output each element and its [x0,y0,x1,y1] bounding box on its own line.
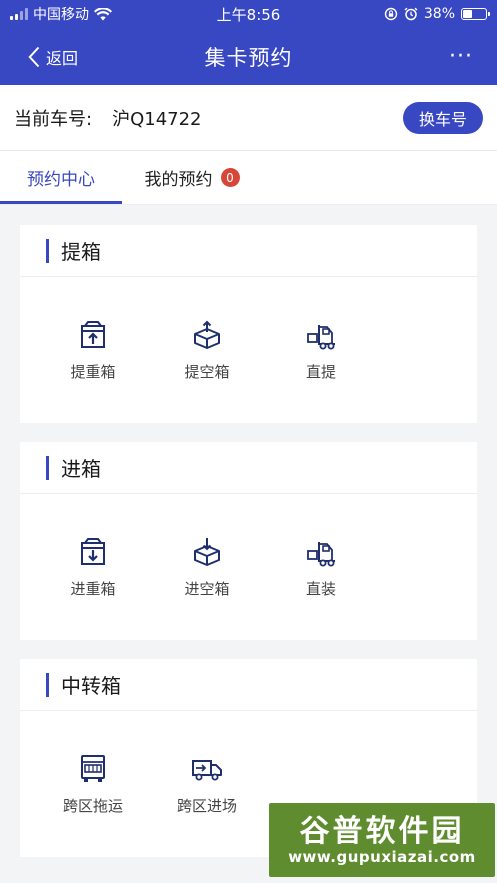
section-title: 进箱 [61,457,101,481]
item-dropoff-empty[interactable]: 进空箱 [150,536,264,599]
section-header: 中转箱 [20,659,477,711]
item-label: 提重箱 [70,362,116,381]
tab-bar: 预约中心 我的预约 0 [0,151,497,205]
empty-box-down-icon [194,537,220,566]
count-badge: 0 [220,168,240,187]
item-label: 直提 [305,362,336,381]
alarm-icon [404,7,418,21]
plate-label: 当前车号: [14,108,93,130]
chevron-left-icon [28,46,40,67]
item-cross-zone-entry[interactable]: 跨区进场 [150,753,264,816]
wifi-icon [94,7,112,20]
tab-my-bookings[interactable]: 我的预约 0 [122,151,262,204]
item-label: 跨区进场 [176,796,237,815]
more-icon[interactable]: ··· [449,45,497,68]
plate-bar: 当前车号: 沪Q14722 换车号 [0,85,497,151]
tab-booking-center[interactable]: 预约中心 [0,151,122,204]
battery-percent: 38% [423,6,455,22]
forklift-icon [307,324,335,349]
section-accent [46,455,49,480]
section-header: 提箱 [20,225,477,277]
tab-label: 我的预约 [144,170,213,190]
section-title: 中转箱 [61,674,121,698]
section-dropoff: 进箱 进重箱 进空箱 直装 [20,442,477,640]
change-plate-button[interactable]: 换车号 [403,101,483,134]
box-up-icon [81,320,105,348]
battery-icon [461,8,490,20]
rotation-lock-icon [384,7,398,21]
back-button[interactable]: 返回 [0,45,78,69]
main-content: 提箱 提重箱 提空箱 直提 进箱 进重箱 进空箱 直装 中转箱 跨区拖运 跨区进… [0,205,497,857]
item-label: 提空箱 [184,362,230,381]
item-direct-pickup[interactable]: 直提 [264,319,378,382]
truck-front-icon [81,754,105,782]
delivery-truck-icon [192,759,222,780]
item-pickup-empty[interactable]: 提空箱 [150,319,264,382]
section-items: 提重箱 提空箱 直提 [20,277,477,423]
nav-bar: 返回 集卡预约 ··· [0,28,497,85]
section-header: 进箱 [20,442,477,494]
section-accent [46,672,49,697]
item-direct-load[interactable]: 直装 [264,536,378,599]
watermark-url: www.gupuxiazai.com [288,847,476,866]
item-label: 进重箱 [70,579,116,598]
plate-value: 沪Q14722 [112,108,202,130]
top-bar: 中国移动 上午8:56 38% 返回 集卡预约 ··· [0,0,497,85]
empty-box-up-icon [194,320,220,349]
item-label: 跨区拖运 [62,796,123,815]
carrier-name: 中国移动 [33,7,89,23]
section-pickup: 提箱 提重箱 提空箱 直提 [20,225,477,423]
watermark-title: 谷普软件园 [299,813,465,849]
status-bar: 中国移动 上午8:56 38% [0,0,497,28]
item-dropoff-full[interactable]: 进重箱 [36,536,150,599]
item-cross-zone-haul[interactable]: 跨区拖运 [36,753,150,816]
item-pickup-full[interactable]: 提重箱 [36,319,150,382]
signal-icon [10,8,28,20]
box-down-icon [81,537,105,565]
back-label: 返回 [46,48,79,68]
section-title: 提箱 [61,240,101,264]
item-label: 进空箱 [184,579,230,598]
item-label: 直装 [305,579,336,598]
forklift-icon [307,541,335,566]
section-items: 进重箱 进空箱 直装 [20,494,477,640]
section-accent [46,238,49,263]
site-watermark: 谷普软件园 www.gupuxiazai.com [269,803,495,877]
tab-label: 预约中心 [27,170,95,190]
